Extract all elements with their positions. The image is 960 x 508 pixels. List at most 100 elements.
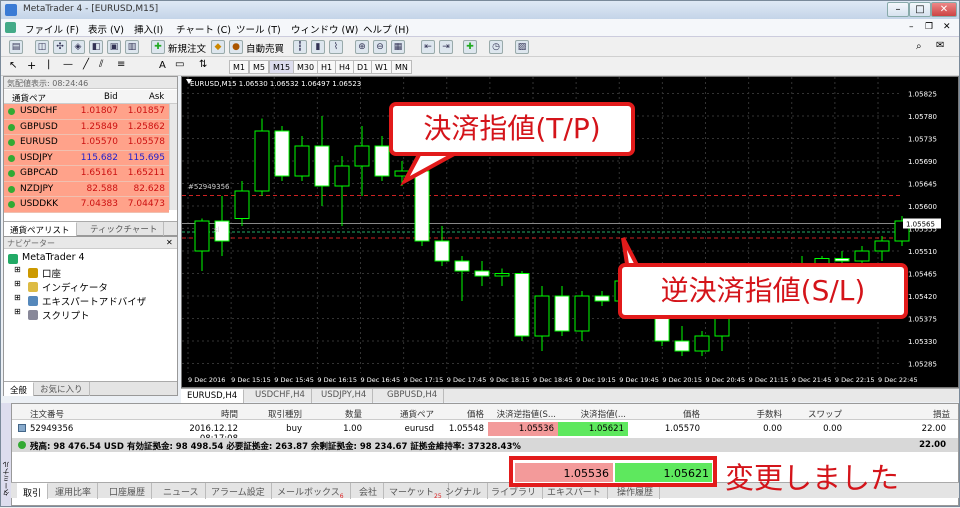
menu-help[interactable]: ヘルプ (H): [363, 22, 409, 36]
tf-h1[interactable]: H1: [317, 60, 337, 74]
bar-chart-icon[interactable]: ┇: [293, 40, 307, 54]
close-button[interactable]: ✕: [931, 2, 957, 17]
nav-root[interactable]: MetaTrader 4: [22, 252, 85, 263]
horizontal-line-icon[interactable]: —: [63, 59, 73, 70]
auto-trading-icon[interactable]: ●: [229, 40, 243, 54]
tab-common[interactable]: 全般: [4, 382, 35, 396]
tf-m30[interactable]: M30: [293, 60, 319, 74]
expand-indicators-icon[interactable]: ⊞: [14, 279, 21, 288]
data-window-icon[interactable]: ◈: [71, 40, 85, 54]
mdi-restore-icon[interactable]: ❐: [925, 22, 933, 32]
tab-signals[interactable]: シグナル: [439, 483, 489, 499]
market-watch-row[interactable]: USDJPY 115.682 115.695: [4, 150, 169, 166]
tab-gbpusd-h4[interactable]: GBPUSD,H4: [381, 389, 445, 403]
tile-icon[interactable]: ▦: [391, 40, 405, 54]
tf-m1[interactable]: M1: [229, 60, 249, 74]
navigator-icon[interactable]: ◧: [89, 40, 103, 54]
tf-m5[interactable]: M5: [249, 60, 269, 74]
cell-tp[interactable]: 1.05621: [558, 424, 624, 434]
new-order-button[interactable]: 新規注文: [168, 41, 206, 55]
text-tool[interactable]: A: [159, 60, 166, 71]
indicators-icon[interactable]: ✚: [463, 40, 477, 54]
tab-company[interactable]: 会社: [353, 483, 385, 499]
fibo-icon[interactable]: ≡: [117, 59, 125, 70]
nav-accounts[interactable]: 口座: [42, 266, 61, 280]
crosshair-icon[interactable]: +: [27, 59, 36, 72]
autoscroll-icon[interactable]: ⇤: [421, 40, 435, 54]
cursor-icon[interactable]: ↖: [9, 60, 17, 71]
col-price-current[interactable]: 価格: [662, 408, 700, 420]
tester-icon[interactable]: ▥: [125, 40, 139, 54]
candle-chart-icon[interactable]: ▮: [311, 40, 325, 54]
nav-experts[interactable]: エキスパートアドバイザ: [42, 294, 146, 308]
market-watch-row[interactable]: NZDJPY 82.588 82.628: [4, 181, 169, 197]
market-watch-row[interactable]: GBPUSD 1.25849 1.25862: [4, 119, 169, 135]
menu-view[interactable]: 表示 (V): [88, 22, 124, 36]
col-type[interactable]: 取引種別: [252, 408, 302, 420]
tab-history[interactable]: 口座履歴: [103, 483, 153, 499]
nav-scripts[interactable]: スクリプト: [42, 308, 90, 322]
nav-indicators[interactable]: インディケータ: [42, 280, 108, 294]
menu-file[interactable]: ファイル (F): [25, 22, 79, 36]
col-symbol[interactable]: 通貨ペア: [12, 92, 46, 104]
col-swap[interactable]: スワップ: [802, 408, 842, 420]
tab-alerts[interactable]: アラーム設定: [205, 483, 272, 499]
tab-usdchf-h4[interactable]: USDCHF,H4: [249, 389, 312, 403]
mdi-minimize-icon[interactable]: –: [909, 22, 914, 32]
cell-sl[interactable]: 1.05536: [488, 424, 554, 434]
chat-icon[interactable]: ✉: [936, 40, 944, 51]
tf-h4[interactable]: H4: [335, 60, 355, 74]
col-symbol-t[interactable]: 通貨ペア: [384, 408, 434, 420]
tf-d1[interactable]: D1: [353, 60, 373, 74]
search-icon[interactable]: ⌕: [916, 41, 922, 52]
tf-w1[interactable]: W1: [371, 60, 392, 74]
new-chart-icon[interactable]: ▤: [9, 40, 23, 54]
col-order[interactable]: 注文番号: [30, 408, 64, 420]
new-order-icon[interactable]: ✚: [151, 40, 165, 54]
tab-mailbox[interactable]: メールボックス6: [271, 483, 351, 500]
channel-icon[interactable]: ⫽: [99, 59, 103, 70]
trendline-icon[interactable]: ╱: [83, 59, 89, 70]
col-sl[interactable]: 決済逆指値(S...: [488, 408, 556, 420]
zoom-in-icon[interactable]: ⊕: [355, 40, 369, 54]
tab-symbols[interactable]: 通貨ペアリスト: [4, 222, 77, 236]
col-price[interactable]: 価格: [442, 408, 484, 420]
expand-experts-icon[interactable]: ⊞: [14, 293, 21, 302]
navigator-close-icon[interactable]: ✕: [166, 238, 173, 247]
mdi-close-icon[interactable]: ✕: [943, 22, 951, 32]
auto-trading-button[interactable]: 自動売買: [246, 41, 284, 55]
tab-tick-chart[interactable]: ティックチャート: [84, 222, 165, 236]
col-profit[interactable]: 損益: [922, 408, 950, 420]
profiles-icon[interactable]: ◫: [35, 40, 49, 54]
col-volume[interactable]: 数量: [322, 408, 362, 420]
templates-icon[interactable]: ▨: [515, 40, 529, 54]
tf-m15[interactable]: M15: [269, 60, 295, 74]
menu-insert[interactable]: 挿入(I): [134, 22, 163, 36]
col-bid[interactable]: Bid: [104, 92, 118, 102]
vertical-line-icon[interactable]: |: [47, 59, 50, 70]
col-ask[interactable]: Ask: [149, 92, 164, 102]
tab-usdjpy-h4[interactable]: USDJPY,H4: [315, 389, 374, 403]
market-watch-scrollbar[interactable]: [169, 104, 177, 210]
metaeditor-icon[interactable]: ◆: [211, 40, 225, 54]
tab-news[interactable]: ニュース: [157, 483, 206, 499]
tf-mn[interactable]: MN: [391, 60, 412, 74]
market-watch-icon[interactable]: ✣: [53, 40, 67, 54]
terminal-icon[interactable]: ▣: [107, 40, 121, 54]
expand-scripts-icon[interactable]: ⊞: [14, 307, 21, 316]
col-tp[interactable]: 決済指値(...: [558, 408, 626, 420]
arrows-icon[interactable]: ⇅: [199, 59, 207, 70]
market-watch-row[interactable]: EURUSD 1.05570 1.05578: [4, 135, 169, 151]
maximize-button[interactable]: □: [909, 2, 931, 17]
market-watch-row[interactable]: GBPCAD 1.65161 1.65211: [4, 166, 169, 182]
menu-tools[interactable]: ツール (T): [236, 22, 281, 36]
tab-eurusd-h4[interactable]: EURUSD,H4: [181, 389, 245, 403]
order-row[interactable]: 52949356 2016.12.12 08:17:08 buy 1.00 eu…: [12, 421, 958, 444]
line-chart-icon[interactable]: ⌇: [329, 40, 343, 54]
menu-window[interactable]: ウィンドウ (W): [291, 22, 358, 36]
zoom-out-icon[interactable]: ⊖: [373, 40, 387, 54]
market-watch-row[interactable]: USDDKK 7.04383 7.04473: [4, 197, 169, 213]
col-commission[interactable]: 手数料: [742, 408, 782, 420]
tab-exposure[interactable]: 運用比率: [49, 483, 99, 499]
periods-icon[interactable]: ◷: [489, 40, 503, 54]
